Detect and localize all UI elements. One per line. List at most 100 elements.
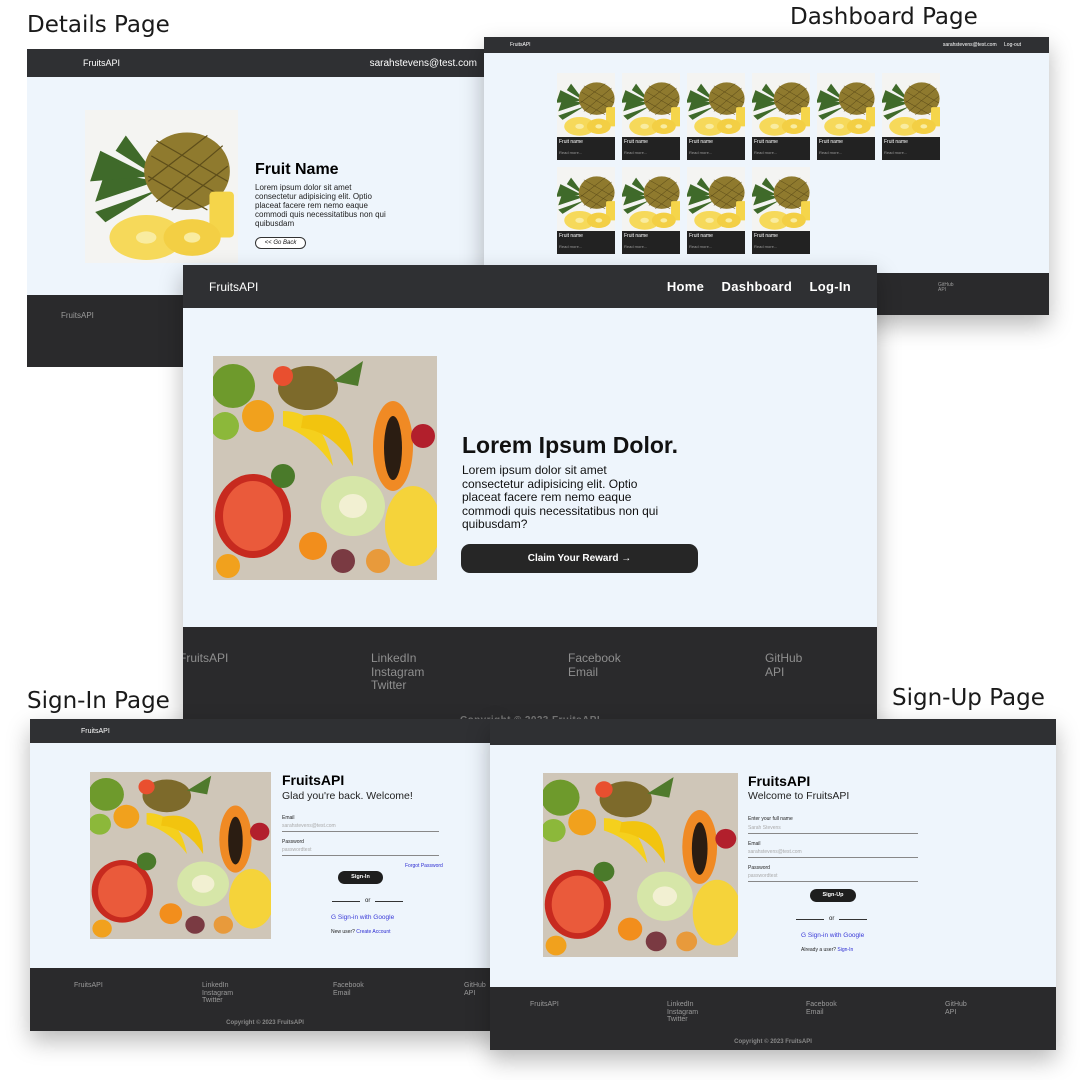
already-user-text: Already a user? Sign-In bbox=[801, 947, 853, 953]
email-label: Email bbox=[282, 815, 295, 821]
footer-api-link[interactable]: API bbox=[938, 288, 1049, 293]
or-divider: or bbox=[327, 898, 408, 904]
google-signin-link[interactable]: G Sign-in with Google bbox=[331, 914, 394, 921]
signin-button[interactable]: Sign-In bbox=[338, 871, 383, 884]
footer-instagram-link[interactable]: Instagram bbox=[371, 665, 424, 680]
footer-social-links: LinkedIn Instagram Twitter bbox=[371, 651, 424, 693]
fruit-card-image bbox=[687, 73, 745, 137]
claim-reward-button[interactable]: Claim Your Reward → bbox=[461, 544, 698, 573]
signup-subtitle: Welcome to FruitsAPI bbox=[748, 790, 850, 802]
signup-image bbox=[543, 773, 738, 957]
email-input[interactable]: sarahstevens@test.com bbox=[748, 849, 918, 858]
fruit-card[interactable]: Fruit name Read more... bbox=[622, 167, 680, 254]
nav-dashboard[interactable]: Dashboard bbox=[722, 279, 793, 294]
footer-email-link[interactable]: Email bbox=[806, 1009, 837, 1017]
fruit-card-read-more[interactable]: Read more... bbox=[559, 244, 582, 249]
brand-logo[interactable]: FruitsAPI bbox=[83, 58, 120, 68]
brand-logo[interactable]: FruitsAPI bbox=[209, 280, 258, 294]
already-user-label: Already a user? bbox=[801, 947, 837, 953]
password-input[interactable]: passwordtest bbox=[282, 847, 439, 856]
password-input[interactable]: passwordtest bbox=[748, 873, 918, 882]
footer-api-link[interactable]: API bbox=[464, 990, 486, 998]
fruit-card-name: Fruit name bbox=[559, 233, 583, 239]
fruit-card[interactable]: Fruit name Read more... bbox=[557, 73, 615, 160]
details-page-label: Details Page bbox=[27, 12, 170, 38]
footer-facebook-link[interactable]: Facebook bbox=[806, 1001, 837, 1009]
fruit-card-name: Fruit name bbox=[884, 139, 908, 145]
fruit-card[interactable]: Fruit name Read more... bbox=[687, 73, 745, 160]
fruit-card[interactable]: Fruit name Read more... bbox=[817, 73, 875, 160]
footer-linkedin-link[interactable]: LinkedIn bbox=[202, 982, 233, 990]
footer-github-link[interactable]: GitHub bbox=[464, 982, 486, 990]
new-user-label: New user? bbox=[331, 929, 355, 935]
footer-instagram-link[interactable]: Instagram bbox=[667, 1009, 698, 1017]
footer-facebook-link[interactable]: Facebook bbox=[568, 651, 621, 666]
fruit-card-read-more[interactable]: Read more... bbox=[754, 244, 777, 249]
create-account-link[interactable]: Create Account bbox=[356, 929, 390, 935]
fruit-card[interactable]: Fruit name Read more... bbox=[752, 73, 810, 160]
brand-logo[interactable]: FruitsAPI bbox=[510, 42, 531, 48]
copyright: Copyright © 2023 FruitsAPI bbox=[734, 1039, 812, 1045]
fruit-card-read-more[interactable]: Read more... bbox=[754, 150, 777, 155]
signin-link[interactable]: Sign-In bbox=[837, 947, 853, 953]
fruit-card[interactable]: Fruit name Read more... bbox=[557, 167, 615, 254]
signup-button[interactable]: Sign-Up bbox=[810, 889, 856, 902]
footer-api-link[interactable]: API bbox=[945, 1009, 967, 1017]
go-back-button[interactable]: << Go Back bbox=[255, 237, 306, 249]
footer-linkedin-link[interactable]: LinkedIn bbox=[667, 1001, 698, 1009]
fruit-card-read-more[interactable]: Read more... bbox=[819, 150, 842, 155]
signin-title: FruitsAPI bbox=[282, 772, 345, 788]
or-text: or bbox=[829, 916, 835, 922]
hero-image bbox=[213, 356, 437, 580]
footer-twitter-link[interactable]: Twitter bbox=[371, 678, 424, 693]
footer-twitter-link[interactable]: Twitter bbox=[202, 997, 233, 1005]
fruit-description: Lorem ipsum dolor sit amet consectetur a… bbox=[255, 183, 386, 228]
footer-github-link[interactable]: GitHub bbox=[945, 1001, 967, 1009]
new-user-text: New user? Create Account bbox=[331, 929, 390, 935]
copyright: Copyright © 2023 FruitsAPI bbox=[226, 1020, 304, 1026]
footer-email-link[interactable]: Email bbox=[333, 990, 364, 998]
fruit-card-name: Fruit name bbox=[754, 233, 778, 239]
nav-login[interactable]: Log-In bbox=[809, 279, 851, 294]
fruit-card-image bbox=[557, 73, 615, 137]
signup-page-label: Sign-Up Page bbox=[892, 685, 1045, 711]
footer-facebook-link[interactable]: Facebook bbox=[333, 982, 364, 990]
fruit-card-image bbox=[687, 167, 745, 231]
fruit-card-read-more[interactable]: Read more... bbox=[624, 244, 647, 249]
footer-github-link[interactable]: GitHub bbox=[765, 651, 802, 666]
fruit-card[interactable]: Fruit name Read more... bbox=[752, 167, 810, 254]
fruit-card-read-more[interactable]: Read more... bbox=[624, 150, 647, 155]
footer-linkedin-link[interactable]: LinkedIn bbox=[371, 651, 424, 666]
footer-email-link[interactable]: Email bbox=[568, 665, 621, 680]
forgot-password-link[interactable]: Forgot Password bbox=[405, 863, 443, 869]
footer-brand: FruitsAPI bbox=[183, 651, 229, 665]
brand-logo[interactable]: FruitsAPI bbox=[81, 728, 110, 735]
logout-link[interactable]: Log-out bbox=[1004, 42, 1021, 48]
email-label: Email bbox=[748, 841, 761, 847]
fruit-card-read-more[interactable]: Read more... bbox=[689, 150, 712, 155]
signin-navbar: FruitsAPI bbox=[30, 719, 500, 743]
fruit-card-image bbox=[752, 167, 810, 231]
footer-instagram-link[interactable]: Instagram bbox=[202, 990, 233, 998]
nav-home[interactable]: Home bbox=[667, 279, 704, 294]
fruit-card-read-more[interactable]: Read more... bbox=[884, 150, 907, 155]
details-navbar: FruitsAPI sarahstevens@test.com bbox=[27, 49, 487, 77]
fullname-input[interactable]: Sarah Stevens bbox=[748, 825, 918, 834]
footer-twitter-link[interactable]: Twitter bbox=[667, 1016, 698, 1024]
fruit-card-read-more[interactable]: Read more... bbox=[689, 244, 712, 249]
home-page-preview: FruitsAPI Home Dashboard Log-In Lorem Ip… bbox=[183, 265, 877, 734]
signup-page-preview: FruitsAPI Welcome to FruitsAPI Enter you… bbox=[490, 719, 1056, 1050]
email-input[interactable]: sarahstevens@test.com bbox=[282, 823, 439, 832]
footer-contact-links: Facebook Email bbox=[806, 1001, 837, 1016]
google-signin-link[interactable]: G Sign-in with Google bbox=[801, 932, 864, 939]
footer-dev-links: GitHub API bbox=[945, 1001, 967, 1016]
footer-api-link[interactable]: API bbox=[765, 665, 802, 680]
fruit-card[interactable]: Fruit name Read more... bbox=[622, 73, 680, 160]
fruit-card[interactable]: Fruit name Read more... bbox=[687, 167, 745, 254]
fruit-image bbox=[85, 110, 238, 263]
dashboard-navbar: FruitsAPI sarahstevens@test.com Log-out bbox=[484, 37, 1049, 53]
footer-contact-links: Facebook Email bbox=[333, 982, 364, 997]
fruit-card-name: Fruit name bbox=[689, 139, 713, 145]
fruit-card-read-more[interactable]: Read more... bbox=[559, 150, 582, 155]
fruit-card[interactable]: Fruit name Read more... bbox=[882, 73, 940, 160]
